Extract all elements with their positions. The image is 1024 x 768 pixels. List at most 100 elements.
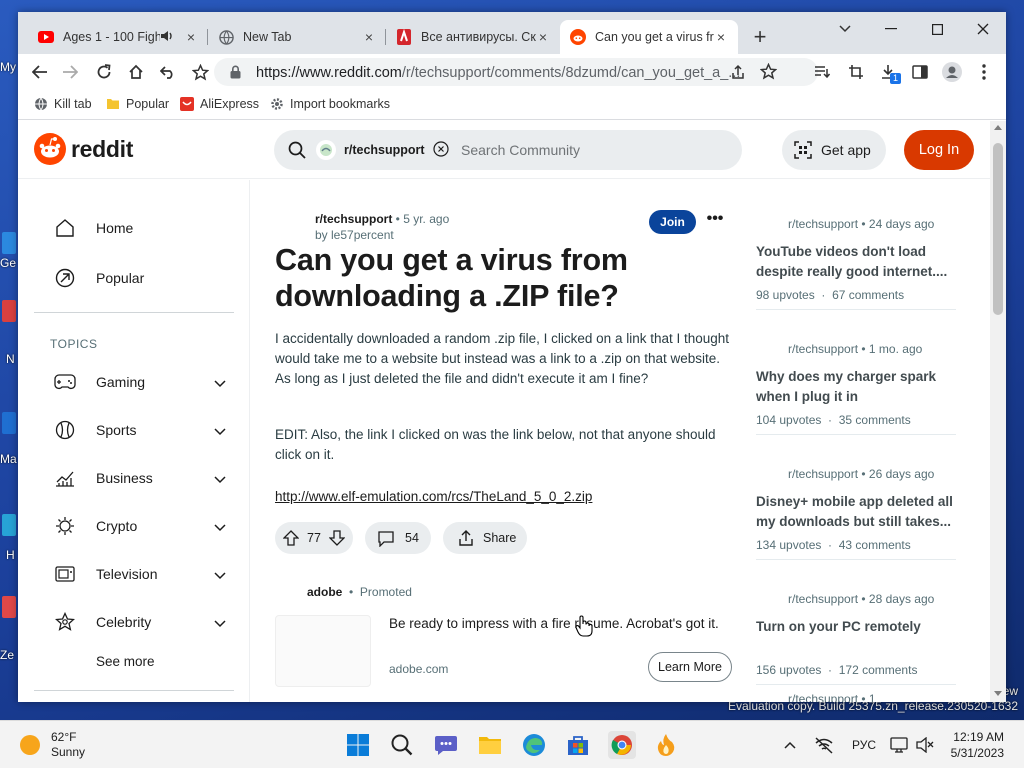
related-post[interactable]: r/techsupport • 24 days ago YouTube vide… — [756, 180, 956, 310]
star-icon[interactable] — [759, 62, 778, 85]
close-tab-button[interactable]: × — [536, 29, 550, 45]
promo-domain[interactable]: adobe.com — [389, 662, 448, 676]
close-tab-button[interactable]: × — [184, 29, 198, 45]
related-post[interactable]: r/techsupport • 26 days ago Disney+ mobi… — [756, 430, 956, 560]
topic-sports[interactable]: Sports — [34, 408, 234, 452]
community-chip[interactable]: r/techsupport — [316, 137, 449, 163]
scroll-up-arrow-icon[interactable] — [994, 125, 1002, 130]
taskbar-clock[interactable]: 12:19 AM 5/31/2023 — [944, 729, 1004, 761]
desktop-icon-label[interactable]: Ze — [0, 648, 14, 662]
related-subreddit[interactable]: r/techsupport — [788, 217, 858, 231]
topic-television[interactable]: Television — [34, 552, 234, 596]
address-bar[interactable]: https://www.reddit.com/r/techsupport/com… — [214, 58, 818, 86]
network-offline-icon[interactable] — [812, 731, 836, 759]
chevron-down-icon[interactable] — [214, 519, 226, 535]
desktop-icon-label[interactable]: N — [6, 352, 15, 366]
forward-button[interactable] — [58, 60, 82, 84]
tab-new-tab[interactable]: New Tab × — [208, 20, 386, 54]
bookmark-star-icon[interactable] — [188, 60, 212, 84]
post-author[interactable]: by le57percent — [315, 228, 394, 242]
share-button[interactable]: Share — [443, 522, 527, 554]
lock-icon[interactable] — [230, 65, 241, 84]
desktop-icon-label[interactable]: Ge — [0, 256, 16, 270]
start-windows-icon[interactable] — [344, 731, 372, 759]
log-in-button[interactable]: Log In — [904, 130, 974, 170]
volume-muted-icon[interactable] — [914, 731, 936, 759]
kebab-menu-icon[interactable] — [972, 60, 996, 84]
bookmark-popular[interactable]: Popular — [106, 97, 169, 111]
topic-crypto[interactable]: Crypto — [34, 504, 234, 548]
tab-youtube[interactable]: Ages 1 - 100 Figh × — [28, 20, 208, 54]
undo-icon[interactable] — [156, 60, 180, 84]
desktop-icon-label[interactable]: Ma — [0, 452, 17, 466]
related-post[interactable]: r/techsupport • 1 mo. ago Why does my ch… — [756, 305, 956, 435]
reload-button[interactable] — [92, 60, 116, 84]
related-subreddit[interactable]: r/techsupport — [788, 342, 858, 356]
edge-icon[interactable] — [520, 731, 548, 759]
reddit-logo[interactable]: reddit — [34, 133, 133, 165]
desktop-app-icon[interactable] — [2, 514, 16, 536]
microsoft-store-icon[interactable] — [564, 731, 592, 759]
desktop-app-icon[interactable] — [2, 232, 16, 254]
bookmark-kill-tab[interactable]: Kill tab — [34, 97, 92, 111]
scroll-down-arrow-icon[interactable] — [994, 691, 1002, 696]
profile-avatar-icon[interactable] — [940, 60, 964, 84]
join-button[interactable]: Join — [649, 210, 696, 234]
notification-settings-icon[interactable] — [888, 731, 910, 759]
get-app-button[interactable]: Get app — [782, 130, 886, 170]
chrome-taskbar-icon[interactable] — [608, 731, 636, 759]
tab-search-chevron-icon[interactable] — [822, 16, 868, 42]
file-explorer-icon[interactable] — [476, 731, 504, 759]
chevron-down-icon[interactable] — [214, 423, 226, 439]
new-tab-button[interactable]: + — [748, 24, 772, 50]
download-icon[interactable]: 1 — [876, 60, 901, 84]
bookmark-import[interactable]: Import bookmarks — [270, 97, 390, 111]
home-button[interactable] — [124, 60, 148, 84]
chevron-down-icon[interactable] — [214, 615, 226, 631]
promo-thumbnail[interactable] — [275, 615, 371, 687]
post-zip-link[interactable]: http://www.elf-emulation.com/rcs/TheLand… — [275, 489, 592, 504]
reading-list-icon[interactable] — [810, 60, 834, 84]
close-tab-button[interactable]: × — [714, 29, 728, 45]
tab-antivirus[interactable]: Все антивирусы. Ск × — [386, 20, 560, 54]
search-input[interactable]: Search Community — [461, 142, 580, 158]
maximize-button[interactable] — [914, 16, 960, 42]
downvote-icon[interactable] — [328, 530, 345, 546]
advertiser-name[interactable]: adobe — [307, 585, 342, 599]
related-subreddit[interactable]: r/techsupport — [788, 467, 858, 481]
desktop-icon-label[interactable]: My — [0, 60, 16, 74]
search-bar[interactable]: r/techsupport Search Community — [274, 130, 742, 170]
sidebar-item-popular[interactable]: Popular — [34, 256, 234, 300]
side-panel-icon[interactable] — [908, 60, 932, 84]
minimize-button[interactable] — [868, 16, 914, 42]
sidebar-item-home[interactable]: Home — [34, 206, 234, 250]
topic-gaming[interactable]: Gaming — [34, 360, 234, 404]
bookmark-aliexpress[interactable]: AliExpress — [180, 97, 259, 111]
related-title[interactable]: Turn on your PC remotely — [756, 617, 956, 637]
chevron-down-icon[interactable] — [214, 567, 226, 583]
topic-business[interactable]: Business — [34, 456, 234, 500]
close-tab-button[interactable]: × — [362, 29, 376, 45]
fire-app-icon[interactable] — [652, 731, 680, 759]
clear-chip-icon[interactable] — [432, 140, 449, 160]
related-title[interactable]: YouTube videos don't load despite really… — [756, 242, 956, 282]
scroll-thumb[interactable] — [993, 143, 1003, 315]
weather-widget[interactable]: 62°F Sunny — [20, 730, 85, 760]
tray-chevron-up-icon[interactable] — [780, 731, 800, 759]
chat-teams-icon[interactable] — [432, 731, 460, 759]
learn-more-button[interactable]: Learn More — [648, 652, 732, 682]
related-subreddit[interactable]: r/techsupport — [788, 592, 858, 606]
desktop-icon-label[interactable]: H — [6, 548, 15, 562]
topic-celebrity[interactable]: Celebrity — [34, 600, 234, 644]
language-indicator[interactable]: РУС — [852, 738, 876, 752]
desktop-app-icon[interactable] — [2, 412, 16, 434]
promo-headline[interactable]: Be ready to impress with a fire resume. … — [389, 616, 719, 631]
related-title[interactable]: Disney+ mobile app deleted all my downlo… — [756, 492, 956, 532]
desktop-app-icon[interactable] — [2, 596, 16, 618]
desktop-app-icon[interactable] — [2, 300, 16, 322]
tab-reddit-active[interactable]: Can you get a virus fr × — [560, 20, 738, 54]
see-more-link[interactable]: See more — [96, 654, 155, 669]
taskbar-search-icon[interactable] — [388, 731, 416, 759]
upvote-icon[interactable] — [283, 530, 299, 546]
close-window-button[interactable] — [960, 16, 1006, 42]
